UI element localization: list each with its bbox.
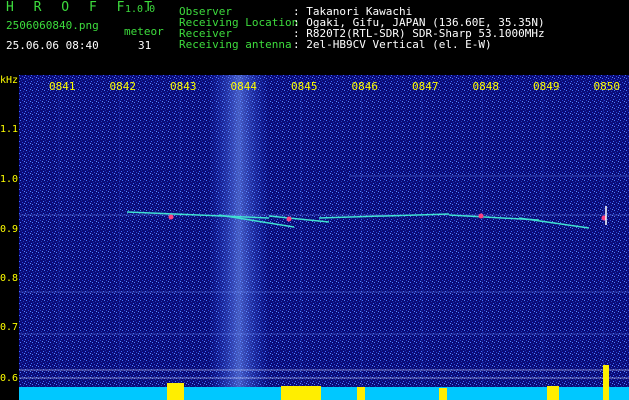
x-tick-label: 0842 [109,80,137,93]
x-tick-label: 0843 [170,80,197,93]
spectrogram-plot [19,75,629,400]
y-tick-label: 1.1 [0,124,19,135]
power-peak [603,365,609,400]
meteor-count: 31 [138,39,152,52]
power-peak [547,386,559,400]
meteor-head [286,216,292,222]
noise-background [19,75,629,400]
antenna-value: : 2el-HB9CV Vertical (el. E-W) [293,38,492,51]
app-version: 1.0.0 [125,4,156,15]
meteor-head [168,214,174,220]
x-tick-label: 0848 [472,80,500,93]
y-tick-label: 0.9 [0,224,19,235]
x-tick-label: 0850 [593,80,621,93]
count-label: meteor [124,25,164,38]
date-time: 25.06.06 08:40 [6,39,99,52]
y-tick-label: 0.6 [0,373,19,384]
power-peak [281,386,321,400]
power-peak [357,387,365,400]
x-tick-label: 0845 [291,80,318,93]
antenna-label: Receiving antenna [179,38,292,51]
interference-band [209,75,269,400]
spectrogram-canvas [19,75,629,400]
x-tick-label: 0846 [351,80,379,93]
y-tick-label: 0.7 [0,322,19,333]
x-tick-label: 0849 [533,80,560,93]
x-tick-label: 0841 [49,80,76,93]
power-peak [167,383,184,400]
power-baseline [19,387,629,400]
y-tick-label: 1.0 [0,174,19,185]
meteor-head [478,213,484,219]
y-tick-label: 0.8 [0,273,19,284]
x-tick-label: 0844 [230,80,258,93]
y-unit-label: kHz [0,75,19,86]
x-tick-label: 0847 [412,80,439,93]
file-name: 2506060840.png [6,19,99,32]
header-panel: H R O F F T 1.0.0 2506060840.png meteor … [0,0,629,74]
power-peak [439,388,447,400]
